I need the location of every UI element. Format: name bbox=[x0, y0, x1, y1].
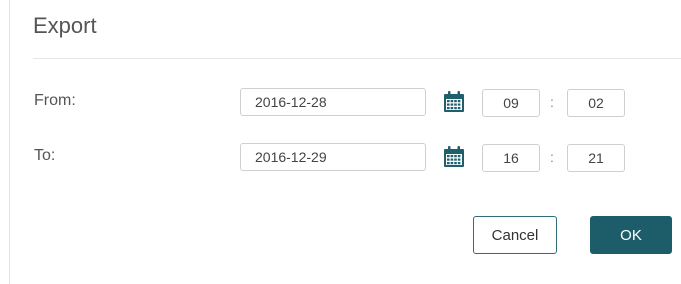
from-calendar-icon[interactable] bbox=[442, 90, 466, 114]
from-minute-input[interactable] bbox=[567, 89, 625, 117]
to-time-separator: : bbox=[550, 149, 554, 165]
cancel-button[interactable]: Cancel bbox=[473, 216, 557, 254]
title-divider bbox=[33, 58, 681, 59]
ok-button[interactable]: OK bbox=[590, 216, 672, 254]
from-label: From: bbox=[34, 92, 76, 109]
to-minute-input[interactable] bbox=[567, 144, 625, 172]
dialog-title: Export bbox=[33, 13, 97, 38]
to-calendar-icon[interactable] bbox=[442, 145, 466, 169]
from-date-input[interactable] bbox=[240, 88, 426, 116]
to-label: To: bbox=[34, 147, 56, 164]
to-date-input[interactable] bbox=[240, 143, 426, 171]
from-time-separator: : bbox=[550, 94, 554, 110]
to-hour-input[interactable] bbox=[482, 144, 540, 172]
export-dialog: Export From: : To: bbox=[9, 0, 681, 284]
from-hour-input[interactable] bbox=[482, 89, 540, 117]
